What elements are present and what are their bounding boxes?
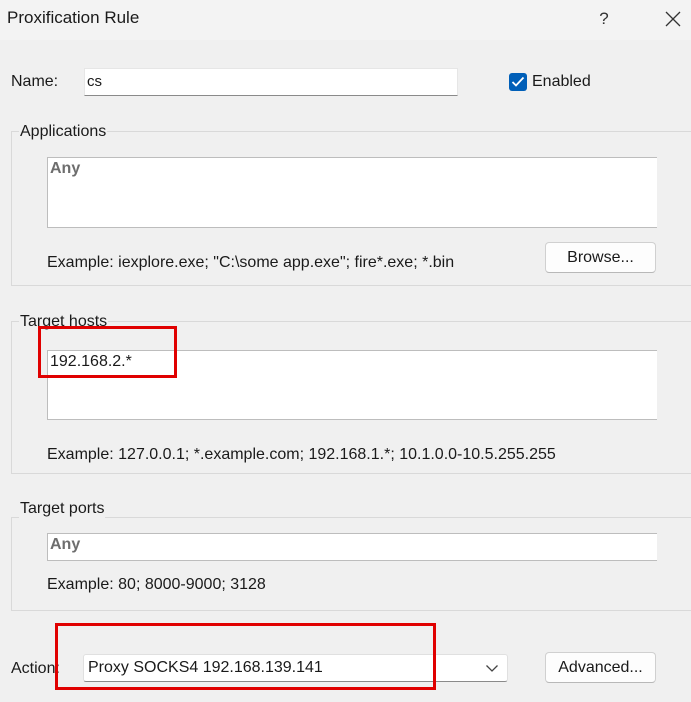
advanced-button[interactable]: Advanced... [545,652,656,683]
applications-input[interactable]: Any [47,157,657,228]
applications-example: Example: iexplore.exe; "C:\some app.exe"… [47,254,455,271]
applications-value: Any [50,160,81,177]
name-label: Name: [11,73,59,90]
name-input[interactable]: cs [84,68,458,96]
action-label: Action: [11,660,60,677]
checkmark-icon [511,76,525,87]
target-ports-value: Any [50,536,81,553]
target-ports-legend: Target ports [19,500,106,518]
title-bar: Proxification Rule ? [0,0,691,40]
browse-button[interactable]: Browse... [545,242,656,273]
close-button[interactable] [655,3,691,35]
target-ports-group [11,517,691,611]
chevron-down-icon [486,665,498,672]
action-highlight [55,623,436,690]
help-button[interactable]: ? [586,3,622,35]
enabled-checkbox[interactable] [509,73,527,91]
close-icon [665,11,681,27]
enabled-label: Enabled [532,73,591,90]
window-title: Proxification Rule [7,8,140,27]
target-ports-example: Example: 80; 8000-9000; 3128 [47,576,266,593]
target-ports-input[interactable]: Any [47,533,657,561]
target-hosts-example: Example: 127.0.0.1; *.example.com; 192.1… [47,446,556,463]
target-hosts-highlight [38,326,177,378]
applications-legend: Applications [19,123,108,141]
